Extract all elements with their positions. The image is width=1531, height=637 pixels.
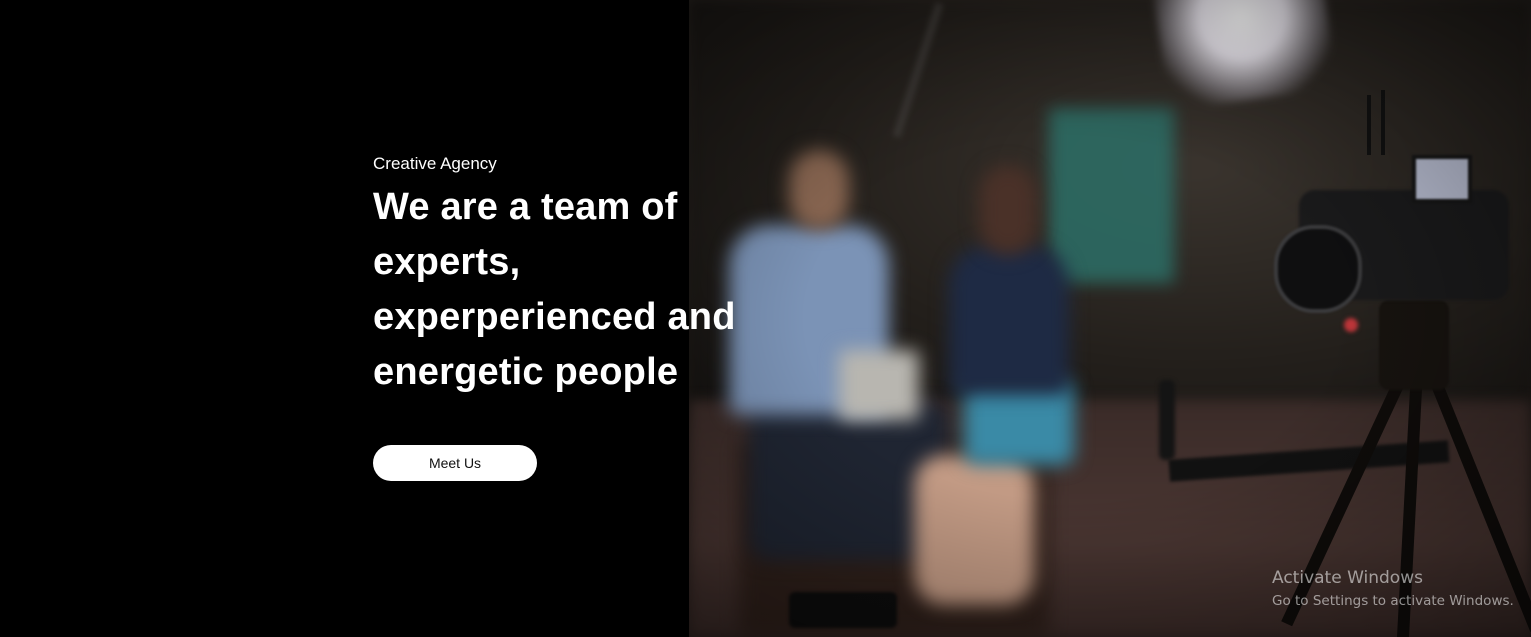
hero-eyebrow: Creative Agency [373,154,497,173]
watermark-title: Activate Windows [1272,568,1423,588]
meet-us-button[interactable]: Meet Us [373,445,537,481]
photo-vignette [689,0,1531,637]
hero-text-block: Creative Agency We are a team of experts… [373,152,793,400]
hero-section: Creative Agency We are a team of experts… [0,0,1531,637]
hero-background-photo [689,0,1531,637]
windows-activation-watermark: Activate Windows Go to Settings to activ… [1272,567,1514,611]
hero-headline: We are a team of experts, experperienced… [373,186,736,393]
watermark-subtitle: Go to Settings to activate Windows. [1272,593,1514,609]
